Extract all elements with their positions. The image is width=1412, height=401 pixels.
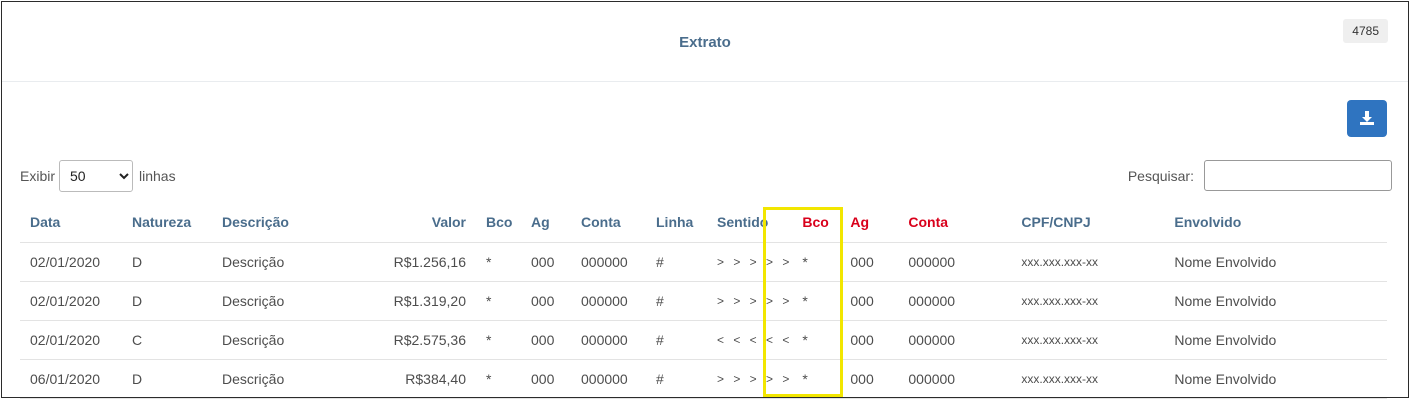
- cell-ag: 000: [521, 281, 571, 321]
- cell-bco: *: [476, 281, 521, 321]
- cell-data: 06/01/2020: [20, 359, 122, 399]
- cell-conta: 000000: [571, 242, 646, 282]
- cell-descricao: Descrição: [212, 242, 372, 282]
- table-row: 02/01/2020 C Descrição R$2.575,36 * 000 …: [20, 320, 1387, 360]
- cell-natureza: D: [122, 359, 212, 399]
- cell-bco-envolvido: *: [792, 242, 841, 282]
- cell-natureza: C: [122, 320, 212, 360]
- cell-descricao: Descrição: [212, 281, 372, 321]
- cell-cpf-cnpj: xxx.xxx.xxx-xx: [1011, 281, 1165, 321]
- col-envolvido[interactable]: Envolvido: [1164, 202, 1387, 243]
- download-icon: [1360, 111, 1374, 125]
- cell-envolvido: Nome Envolvido: [1164, 281, 1387, 321]
- cell-conta: 000000: [571, 281, 646, 321]
- cell-ag-envolvido: 000: [840, 281, 899, 321]
- cell-valor: R$2.575,36: [372, 320, 476, 360]
- table-row: 02/01/2020 D Descrição R$1.256,16 * 000 …: [20, 242, 1387, 282]
- statement-table: Data Natureza Descrição Valor Bco Ag Con…: [20, 202, 1387, 399]
- col-bco-envolvido[interactable]: Bco: [792, 202, 841, 243]
- cell-ag-envolvido: 000: [840, 320, 899, 360]
- cell-valor: R$1.256,16: [372, 242, 476, 282]
- col-bco[interactable]: Bco: [476, 202, 521, 243]
- panel-header: Extrato 4785: [2, 2, 1408, 82]
- search-control: Pesquisar:: [1128, 160, 1392, 191]
- cell-sentido: > > > > >: [707, 281, 793, 321]
- cell-ag-envolvido: 000: [840, 242, 899, 282]
- col-natureza[interactable]: Natureza: [122, 202, 212, 243]
- length-control: Exibir 50 linhas: [20, 160, 176, 192]
- search-input[interactable]: [1204, 160, 1392, 191]
- cell-envolvido: Nome Envolvido: [1164, 242, 1387, 282]
- col-descricao[interactable]: Descrição: [212, 202, 372, 243]
- cell-valor: R$1.319,20: [372, 281, 476, 321]
- cell-envolvido: Nome Envolvido: [1164, 359, 1387, 399]
- download-button[interactable]: [1347, 100, 1387, 137]
- cell-bco: *: [476, 320, 521, 360]
- cell-valor: R$384,40: [372, 359, 476, 399]
- cell-sentido: > > > > >: [707, 242, 793, 282]
- cell-linha: #: [646, 242, 707, 282]
- col-conta[interactable]: Conta: [571, 202, 646, 243]
- cell-bco-envolvido: *: [792, 359, 841, 399]
- col-ag[interactable]: Ag: [521, 202, 571, 243]
- table-row: 02/01/2020 D Descrição R$1.319,20 * 000 …: [20, 281, 1387, 321]
- cell-ag: 000: [521, 359, 571, 399]
- cell-sentido: < < < < <: [707, 320, 793, 360]
- cell-ag: 000: [521, 242, 571, 282]
- cell-conta: 000000: [571, 320, 646, 360]
- rows-per-page-select[interactable]: 50: [59, 160, 134, 192]
- cell-ag: 000: [521, 320, 571, 360]
- cell-linha: #: [646, 359, 707, 399]
- length-prefix: Exibir: [20, 168, 56, 184]
- table-header-row: Data Natureza Descrição Valor Bco Ag Con…: [20, 202, 1387, 243]
- cell-ag-envolvido: 000: [840, 359, 899, 399]
- cell-data: 02/01/2020: [20, 242, 122, 282]
- cell-bco-envolvido: *: [792, 320, 841, 360]
- cell-linha: #: [646, 320, 707, 360]
- table-row: 06/01/2020 D Descrição R$384,40 * 000 00…: [20, 359, 1387, 399]
- page-title: Extrato: [679, 34, 731, 51]
- cell-cpf-cnpj: xxx.xxx.xxx-xx: [1011, 242, 1165, 282]
- cell-conta-envolvido: 000000: [898, 281, 1012, 321]
- cell-descricao: Descrição: [212, 359, 372, 399]
- cell-cpf-cnpj: xxx.xxx.xxx-xx: [1011, 320, 1165, 360]
- cell-cpf-cnpj: xxx.xxx.xxx-xx: [1011, 359, 1165, 399]
- search-label: Pesquisar:: [1127, 167, 1194, 184]
- cell-conta-envolvido: 000000: [898, 320, 1012, 360]
- cell-bco: *: [476, 359, 521, 399]
- cell-natureza: D: [122, 281, 212, 321]
- length-suffix: linhas: [139, 168, 176, 184]
- col-linha[interactable]: Linha: [646, 202, 707, 243]
- col-data[interactable]: Data: [20, 202, 122, 243]
- cell-conta: 000000: [571, 359, 646, 399]
- col-conta-envolvido[interactable]: Conta: [898, 202, 1012, 243]
- cell-linha: #: [646, 281, 707, 321]
- cell-natureza: D: [122, 242, 212, 282]
- cell-bco: *: [476, 242, 521, 282]
- cell-conta-envolvido: 000000: [898, 359, 1012, 399]
- col-ag-envolvido[interactable]: Ag: [840, 202, 899, 243]
- cell-data: 02/01/2020: [20, 320, 122, 360]
- col-valor[interactable]: Valor: [372, 202, 476, 243]
- cell-descricao: Descrição: [212, 320, 372, 360]
- record-count-badge: 4785: [1343, 19, 1388, 43]
- cell-bco-envolvido: *: [792, 281, 841, 321]
- cell-data: 02/01/2020: [20, 281, 122, 321]
- col-sentido[interactable]: Sentido: [707, 202, 793, 243]
- cell-sentido: > > > > >: [707, 359, 793, 399]
- cell-envolvido: Nome Envolvido: [1164, 320, 1387, 360]
- col-cpf-cnpj[interactable]: CPF/CNPJ: [1011, 202, 1165, 243]
- cell-conta-envolvido: 000000: [898, 242, 1012, 282]
